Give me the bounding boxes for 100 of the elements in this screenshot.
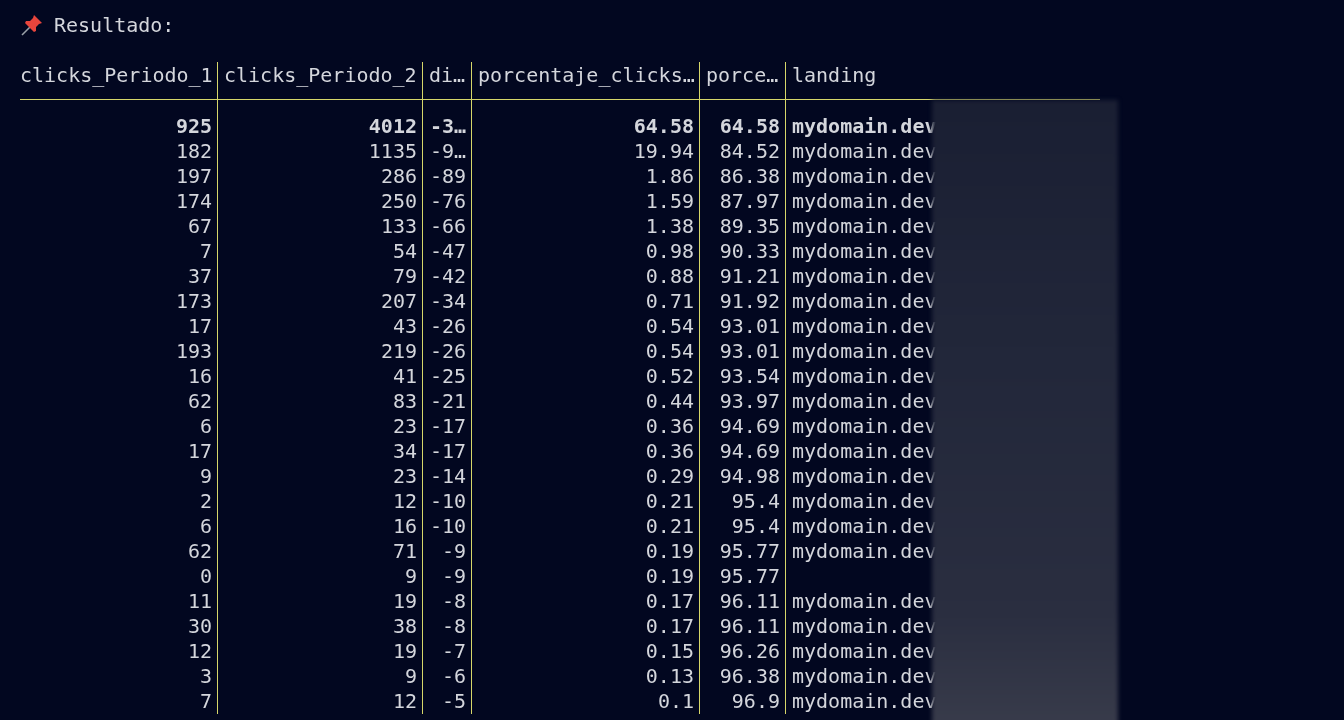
table-cell: 84.52 xyxy=(719,139,780,163)
table-cell: 193 xyxy=(175,339,212,363)
result-label: Resultado: xyxy=(54,13,175,37)
table-cell: 17 xyxy=(187,439,212,463)
table-cell: mydomain.dev xyxy=(792,464,937,488)
table-cell: 23 xyxy=(392,464,417,488)
table-cell: 6 xyxy=(199,514,212,538)
table-cell: 87.97 xyxy=(719,189,780,213)
column-header: landing xyxy=(792,63,877,87)
table-cell: 95.77 xyxy=(719,539,780,563)
table-cell: -26 xyxy=(429,314,466,338)
table-cell: 19 xyxy=(392,589,417,613)
table-cell: -6 xyxy=(441,664,466,688)
table-cell: 0.17 xyxy=(645,614,694,638)
table-cell: 0.17 xyxy=(645,589,694,613)
table-cell: -89 xyxy=(429,164,466,188)
table-cell: 6 xyxy=(199,414,212,438)
table-cell: 11 xyxy=(187,589,212,613)
table-cell: -17 xyxy=(429,439,466,463)
table-cell: mydomain.dev xyxy=(792,364,937,388)
table-cell: 0.44 xyxy=(645,389,694,413)
table-cell: 17 xyxy=(187,314,212,338)
table-cell: mydomain.dev xyxy=(792,664,937,688)
table-cell: mydomain.dev xyxy=(792,614,937,638)
table-cell: 95.4 xyxy=(731,489,780,513)
table-cell: -14 xyxy=(429,464,466,488)
table-cell: 0 xyxy=(199,564,212,588)
table-cell: mydomain.dev xyxy=(792,414,937,438)
table-cell: mydomain.dev xyxy=(792,114,937,138)
table-cell: 64.58 xyxy=(633,114,694,138)
table-cell: 9 xyxy=(404,564,417,588)
table-cell: 94.69 xyxy=(719,414,780,438)
table-cell: mydomain.dev xyxy=(792,539,937,563)
table-cell: 0.15 xyxy=(645,639,694,663)
table-cell: 23 xyxy=(392,414,417,438)
table-cell: mydomain.dev xyxy=(792,264,937,288)
table-cell: 219 xyxy=(380,339,417,363)
table-cell: -9 xyxy=(441,539,466,563)
table-cell: 0.13 xyxy=(645,664,694,688)
table-cell: 12 xyxy=(392,489,417,513)
table-cell: 3 xyxy=(199,664,212,688)
table-cell: mydomain.dev xyxy=(792,439,937,463)
table-cell: 93.54 xyxy=(719,364,780,388)
table-cell: -66 xyxy=(429,214,466,238)
table-cell: 96.26 xyxy=(719,639,780,663)
table-cell: 0.21 xyxy=(645,514,694,538)
table-cell: 96.11 xyxy=(719,614,780,638)
column-header: di… xyxy=(429,63,466,87)
table-cell: 95.77 xyxy=(719,564,780,588)
table-cell: -8 xyxy=(441,589,466,613)
table-cell: 9 xyxy=(404,664,417,688)
table-cell: -17 xyxy=(429,414,466,438)
table-cell: mydomain.dev xyxy=(792,189,937,213)
table-cell: -42 xyxy=(429,264,466,288)
table-cell: 43 xyxy=(392,314,417,338)
table-cell: -21 xyxy=(429,389,466,413)
table-cell: 0.19 xyxy=(645,539,694,563)
table-cell: 12 xyxy=(187,639,212,663)
table-cell: mydomain.dev xyxy=(792,639,937,663)
table-cell: -10 xyxy=(429,514,466,538)
table-cell: 0.29 xyxy=(645,464,694,488)
table-cell: mydomain.dev xyxy=(792,289,937,313)
table-cell: 93.01 xyxy=(719,339,780,363)
table-cell: 54 xyxy=(392,239,417,263)
table-cell: 94.98 xyxy=(719,464,780,488)
table-cell: 0.98 xyxy=(645,239,694,263)
table-cell: 7 xyxy=(199,689,212,713)
table-cell: 38 xyxy=(392,614,417,638)
table-cell: mydomain.dev xyxy=(792,164,937,188)
table-cell: 0.36 xyxy=(645,414,694,438)
table-cell: 41 xyxy=(392,364,417,388)
table-cell: 62 xyxy=(187,389,212,413)
table-cell: 0.71 xyxy=(645,289,694,313)
table-cell: 1.59 xyxy=(645,189,694,213)
table-cell: -3… xyxy=(429,114,466,138)
column-header: clicks_Periodo_1 xyxy=(20,63,213,87)
table-cell: 91.21 xyxy=(719,264,780,288)
table-cell: mydomain.dev xyxy=(792,139,937,163)
table-cell: -34 xyxy=(429,289,466,313)
pushpin-icon xyxy=(20,13,44,37)
table-cell: -9… xyxy=(429,139,466,163)
table-cell: 133 xyxy=(380,214,417,238)
table-cell: 0.88 xyxy=(645,264,694,288)
table-cell: 2 xyxy=(199,489,212,513)
table-cell: 250 xyxy=(380,189,417,213)
table-cell: 0.54 xyxy=(645,339,694,363)
column-header: clicks_Periodo_2 xyxy=(224,63,417,87)
table-cell: 0.21 xyxy=(645,489,694,513)
table-cell: 197 xyxy=(175,164,212,188)
table-cell: 96.38 xyxy=(719,664,780,688)
table-cell: mydomain.dev xyxy=(792,489,937,513)
table-cell: 0.19 xyxy=(645,564,694,588)
table-cell: 1.86 xyxy=(645,164,694,188)
table-cell: 67 xyxy=(187,214,212,238)
table-cell: 94.69 xyxy=(719,439,780,463)
table-cell: 96.9 xyxy=(731,689,780,713)
table-cell: 1135 xyxy=(368,139,417,163)
table-cell: 96.11 xyxy=(719,589,780,613)
table-cell: 64.58 xyxy=(719,114,780,138)
table-cell: 90.33 xyxy=(719,239,780,263)
